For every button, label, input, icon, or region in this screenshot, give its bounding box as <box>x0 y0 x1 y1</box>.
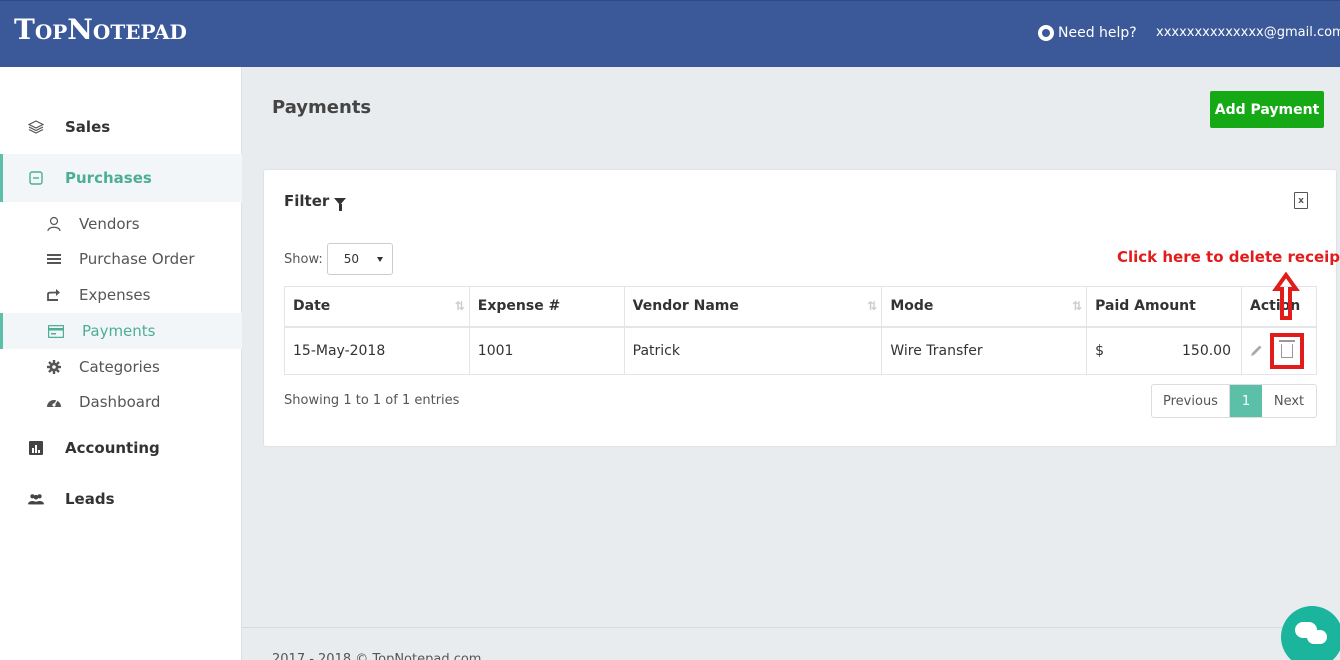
sidebar: Sales Purchases Vendors Purchase Order E… <box>0 67 242 660</box>
dashboard-icon <box>46 394 62 410</box>
sidebar-item-label: Purchases <box>65 169 152 187</box>
sidebar-item-sales[interactable]: Sales <box>0 111 242 143</box>
sort-icon: ⇅ <box>454 299 465 313</box>
sidebar-item-label: Leads <box>65 490 115 508</box>
layers-icon <box>28 119 44 135</box>
sidebar-subitem-label: Expenses <box>79 286 151 304</box>
delete-annotation: Click here to delete receipt <box>1117 248 1340 266</box>
list-icon <box>46 251 62 267</box>
table-header-row: Date ⇅ Expense # Vendor Name ⇅ Mode ⇅ Paid … <box>284 286 1317 328</box>
share-icon <box>46 287 62 303</box>
need-help-label: Need help? <box>1058 25 1137 41</box>
sidebar-item-label: Accounting <box>65 439 160 457</box>
sidebar-subitem-label: Purchase Order <box>79 250 195 268</box>
cell-mode: Wire Transfer <box>881 326 1088 375</box>
footer-copyright: 2017 - 2018 © TopNotepad.com <box>272 652 482 660</box>
sidebar-item-accounting[interactable]: Accounting <box>0 432 242 464</box>
sidebar-subitem-categories[interactable]: Categories <box>0 349 242 385</box>
footer: 2017 - 2018 © TopNotepad.com <box>242 627 1340 660</box>
delete-button[interactable] <box>1270 332 1304 369</box>
column-header-paid-amount[interactable]: Paid Amount <box>1086 286 1242 328</box>
sidebar-subitem-label: Categories <box>79 358 160 376</box>
filter-icon <box>334 197 347 211</box>
sidebar-subitem-label: Dashboard <box>79 393 161 411</box>
annotation-arrow <box>1272 272 1300 320</box>
page-size-select[interactable]: 50 <box>326 243 393 275</box>
column-header-date[interactable]: Date ⇅ <box>284 286 470 328</box>
trash-icon <box>1279 339 1295 358</box>
sidebar-subitem-label: Vendors <box>79 215 140 233</box>
bar-chart-icon <box>28 440 44 456</box>
cell-vendor: Patrick <box>623 326 883 375</box>
sidebar-subitem-dashboard[interactable]: Dashboard <box>0 384 242 420</box>
sidebar-subitem-expenses[interactable]: Expenses <box>0 277 242 313</box>
gear-icon <box>46 359 62 375</box>
page-1-button[interactable]: 1 <box>1230 385 1262 417</box>
app-logo[interactable]: TopNotepad <box>14 13 187 46</box>
need-help-link[interactable]: Need help? <box>1038 25 1137 41</box>
sidebar-subitem-label: Payments <box>82 322 156 340</box>
sidebar-item-leads[interactable]: Leads <box>0 483 242 515</box>
page-title: Payments <box>272 97 372 118</box>
user-icon <box>46 216 62 232</box>
sidebar-subitem-purchase-order[interactable]: Purchase Order <box>0 241 242 277</box>
credit-card-icon <box>48 323 64 339</box>
currency-symbol: $ <box>1095 342 1105 359</box>
entries-summary: Showing 1 to 1 of 1 entries <box>284 393 460 408</box>
sidebar-subitem-vendors[interactable]: Vendors <box>0 206 242 242</box>
top-navbar: TopNotepad Need help? xxxxxxxxxxxxxx@gma… <box>0 0 1340 67</box>
previous-page-button[interactable]: Previous <box>1152 385 1230 417</box>
minus-square-icon <box>28 170 44 186</box>
sort-icon: ⇅ <box>867 299 878 313</box>
lifebuoy-icon <box>1038 25 1054 41</box>
column-header-vendor[interactable]: Vendor Name ⇅ <box>623 286 883 328</box>
amount-value: 150.00 <box>1182 342 1231 359</box>
sidebar-subitem-payments[interactable]: Payments <box>0 313 242 349</box>
payments-table: Date ⇅ Expense # Vendor Name ⇅ Mode ⇅ Paid … <box>284 286 1317 375</box>
next-page-button[interactable]: Next <box>1262 385 1316 417</box>
column-header-expense[interactable]: Expense # <box>468 286 625 328</box>
page-size-value: 50 <box>343 252 360 266</box>
table-row: 15-May-2018 1001 Patrick Wire Transfer $… <box>284 326 1317 375</box>
cell-date: 15-May-2018 <box>284 326 470 375</box>
page-size-control: Show: 50 <box>284 243 393 275</box>
column-header-mode[interactable]: Mode ⇅ <box>881 286 1088 328</box>
user-menu[interactable]: xxxxxxxxxxxxxx@gmail.com <box>1156 25 1340 40</box>
sidebar-item-label: Sales <box>65 118 111 136</box>
filter-toggle[interactable]: Filter <box>284 192 347 211</box>
chat-widget-icon[interactable] <box>1281 606 1340 660</box>
sort-icon: ⇅ <box>1072 299 1083 313</box>
show-label: Show: <box>284 251 323 267</box>
payments-card: Filter x Show: 50 Click here to delete r… <box>263 169 1340 447</box>
excel-export-icon[interactable]: x <box>1294 192 1308 209</box>
cell-expense: 1001 <box>468 326 625 375</box>
user-email: xxxxxxxxxxxxxx@gmail.com <box>1156 25 1340 40</box>
filter-label: Filter <box>284 192 330 210</box>
cell-paid-amount: $ 150.00 <box>1086 326 1242 375</box>
chevron-down-icon <box>376 256 383 262</box>
sidebar-item-purchases[interactable]: Purchases <box>0 154 242 202</box>
edit-icon[interactable] <box>1250 344 1264 358</box>
add-payment-button[interactable]: Add Payment <box>1210 91 1324 128</box>
cell-actions <box>1241 326 1317 375</box>
users-icon <box>28 491 44 507</box>
pagination: Previous 1 Next <box>1151 384 1317 418</box>
